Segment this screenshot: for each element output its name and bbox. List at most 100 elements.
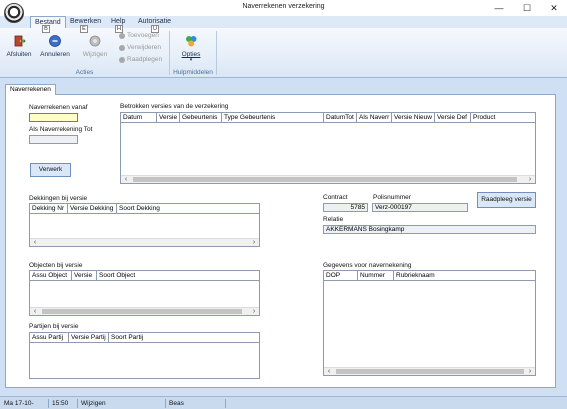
- raadpleeg-versie-button[interactable]: Raadpleeg versie: [477, 192, 536, 208]
- dekkingen-grid-title: Dekkingen bij versie: [29, 195, 88, 202]
- annuleren-label: Annuleren: [40, 51, 70, 58]
- scroll-thumb[interactable]: [133, 177, 517, 182]
- naverrekenen-vanaf-input[interactable]: [29, 113, 78, 122]
- partijen-grid-title: Partijen bij versie: [29, 323, 79, 330]
- opties-button[interactable]: Opties ▾: [178, 34, 204, 63]
- column-header[interactable]: Als Naverr: [357, 113, 392, 122]
- toevoegen-label: Toevoegen: [127, 32, 159, 39]
- verwerk-button[interactable]: Verwerk: [30, 163, 71, 177]
- column-header[interactable]: Soort Object: [97, 271, 259, 280]
- contract-field: 5785: [323, 203, 368, 212]
- horizontal-scrollbar[interactable]: ‹ ›: [30, 238, 259, 246]
- add-icon: [119, 32, 125, 39]
- als-naverrekening-tot-label: Als Naverrekening Tot: [29, 126, 93, 133]
- column-header[interactable]: Rubrieknaam: [394, 271, 535, 280]
- tab-naverrekenen[interactable]: Naverrekenen: [5, 84, 56, 95]
- afsluiten-button[interactable]: Afsluiten: [6, 34, 32, 58]
- window-title: Naverrekenen verzekering: [242, 3, 325, 10]
- relatie-field: AKKERMANS Bosingkamp: [323, 225, 536, 234]
- title-bar: Naverrekenen verzekering — ☐ ✕: [0, 0, 567, 16]
- group-label-acties: Acties: [75, 69, 94, 76]
- horizontal-scrollbar[interactable]: ‹ ›: [324, 367, 535, 375]
- options-gear-icon: [186, 36, 197, 47]
- keytip-help: H: [115, 25, 123, 33]
- column-header[interactable]: Type Gebeurtenis: [222, 113, 324, 122]
- exit-door-icon: [14, 35, 26, 47]
- column-header[interactable]: Soort Dekking: [117, 204, 259, 213]
- column-header[interactable]: Dekking Nr: [30, 204, 68, 213]
- toevoegen-button[interactable]: Toevoegen: [119, 32, 159, 39]
- scroll-left-icon[interactable]: ‹: [30, 308, 40, 315]
- edit-icon: [89, 35, 101, 47]
- gegevens-grid-header: DOP Nummer Rubrieknaam: [324, 271, 535, 281]
- verwijderen-button[interactable]: Verwijderen: [119, 44, 161, 51]
- objecten-grid[interactable]: Assu Object Versie Soort Object ‹ ›: [29, 270, 260, 316]
- objecten-grid-title: Objecten bij versie: [29, 262, 83, 269]
- column-header[interactable]: Versie: [72, 271, 97, 280]
- opties-dropdown-icon: ▾: [189, 57, 193, 63]
- objecten-grid-header: Assu Object Versie Soort Object: [30, 271, 259, 281]
- group-separator: [216, 31, 217, 75]
- scroll-thumb[interactable]: [42, 309, 242, 314]
- keytip-bestand: B: [42, 25, 50, 33]
- gegevens-grid[interactable]: DOP Nummer Rubrieknaam ‹ ›: [323, 270, 536, 376]
- column-header[interactable]: Versie: [157, 113, 180, 122]
- scroll-right-icon[interactable]: ›: [525, 176, 535, 183]
- maximize-button[interactable]: ☐: [514, 0, 540, 16]
- keytip-autorisatie: U: [151, 25, 159, 33]
- column-header[interactable]: DatumTot: [324, 113, 357, 122]
- raadplegen-button[interactable]: Raadplegen: [119, 56, 162, 63]
- column-header[interactable]: Assu Object: [30, 271, 72, 280]
- scroll-left-icon[interactable]: ‹: [121, 176, 131, 183]
- column-header[interactable]: Soort Partij: [109, 333, 259, 342]
- minimize-button[interactable]: —: [486, 0, 512, 16]
- horizontal-scrollbar[interactable]: ‹ ›: [30, 307, 259, 315]
- annuleren-button[interactable]: Annuleren: [39, 34, 71, 58]
- column-header[interactable]: Versie Nieuw: [392, 113, 435, 122]
- column-header[interactable]: Nummer: [358, 271, 394, 280]
- versies-grid-title: Betrokken versies van de verzekering: [120, 103, 229, 110]
- naverrekenen-vanaf-label: Naverrekenen vanaf: [29, 104, 88, 111]
- gegevens-grid-title: Gegevens voor navernekening: [323, 262, 412, 269]
- group-label-hulpmiddelen: Hulpmiddelen: [173, 69, 213, 76]
- contract-label: Contract: [323, 194, 348, 201]
- partijen-grid-header: Assu Partij Versie Partij Soort Partij: [30, 333, 259, 343]
- polisnummer-label: Polisnummer: [373, 194, 411, 201]
- delete-icon: [119, 44, 125, 51]
- cancel-icon: [49, 35, 61, 47]
- status-bar: Ma 17-10-2022 15:50 Wijzigen Beas: [0, 396, 567, 409]
- scroll-right-icon[interactable]: ›: [249, 239, 259, 246]
- status-time: 15:50: [49, 399, 78, 408]
- scroll-right-icon[interactable]: ›: [249, 308, 259, 315]
- wijzigen-label: Wijzigen: [82, 51, 108, 58]
- column-header[interactable]: Assu Partij: [30, 333, 69, 342]
- column-header[interactable]: Datum: [121, 113, 157, 122]
- polisnummer-field: Verz-000197: [372, 203, 468, 212]
- relatie-label: Relatie: [323, 216, 344, 223]
- status-date: Ma 17-10-2022: [1, 399, 49, 408]
- column-header[interactable]: Versie Dekking: [68, 204, 117, 213]
- afsluiten-label: Afsluiten: [6, 51, 32, 58]
- column-header[interactable]: Product: [471, 113, 533, 122]
- versies-grid[interactable]: Datum Versie Gebeurtenis Type Gebeurteni…: [120, 112, 536, 184]
- column-header[interactable]: Gebeurtenis: [180, 113, 222, 122]
- close-button[interactable]: ✕: [541, 0, 567, 16]
- scroll-thumb[interactable]: [336, 369, 524, 374]
- column-header[interactable]: DOP: [324, 271, 358, 280]
- app-logo-icon[interactable]: [4, 3, 24, 23]
- view-icon: [119, 56, 125, 63]
- wijzigen-button[interactable]: Wijzigen: [80, 34, 110, 58]
- verwijderen-label: Verwijderen: [127, 44, 161, 51]
- dekkingen-grid[interactable]: Dekking Nr Versie Dekking Soort Dekking …: [29, 203, 260, 247]
- scroll-left-icon[interactable]: ‹: [324, 368, 334, 375]
- ribbon: Afsluiten Annuleren Wijzigen Toevoegen V…: [0, 28, 567, 78]
- als-naverrekening-tot-input[interactable]: [29, 135, 78, 144]
- scroll-left-icon[interactable]: ‹: [30, 239, 40, 246]
- partijen-grid[interactable]: Assu Partij Versie Partij Soort Partij: [29, 332, 260, 379]
- horizontal-scrollbar[interactable]: ‹ ›: [121, 175, 535, 183]
- raadplegen-label: Raadplegen: [127, 56, 163, 63]
- column-header[interactable]: Versie Def: [435, 113, 471, 122]
- scroll-right-icon[interactable]: ›: [525, 368, 535, 375]
- keytip-bewerken: E: [80, 25, 88, 33]
- column-header[interactable]: Versie Partij: [69, 333, 109, 342]
